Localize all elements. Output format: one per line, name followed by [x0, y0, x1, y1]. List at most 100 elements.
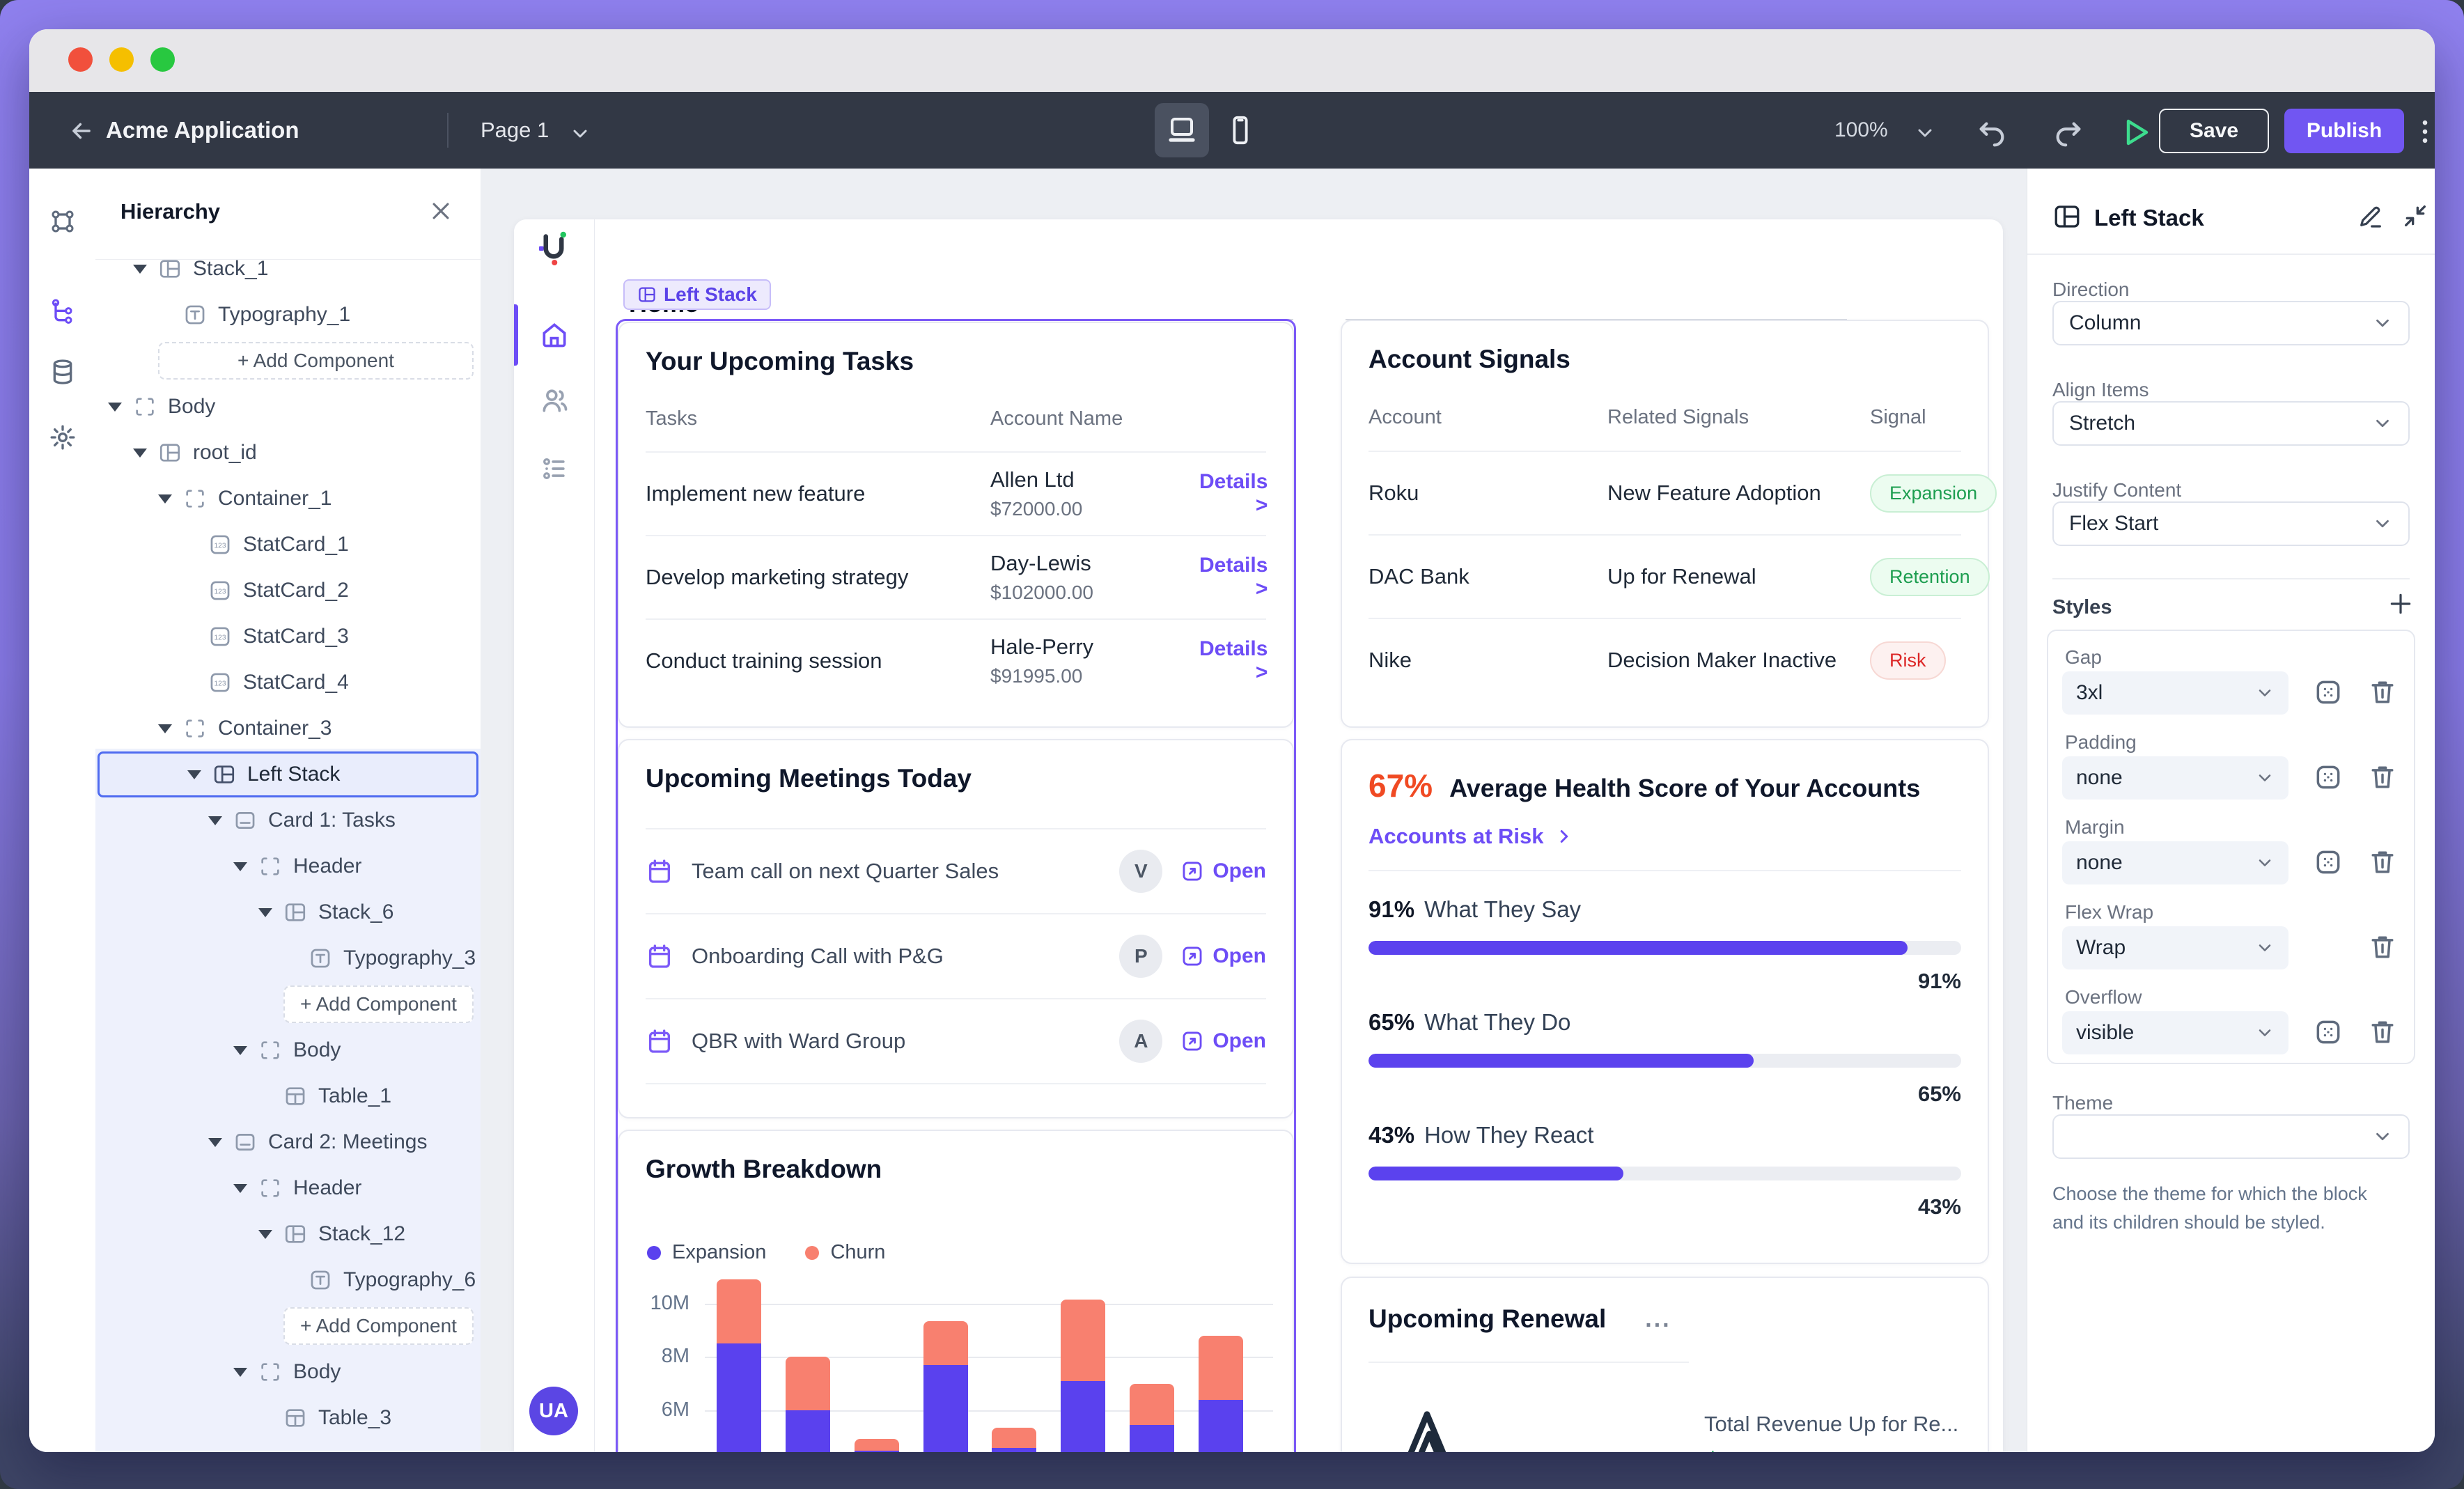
collapse-panel-icon[interactable]	[2401, 202, 2429, 230]
preview-play-icon[interactable]	[2119, 116, 2152, 149]
tree-item-body-card2[interactable]: Body	[95, 1349, 481, 1395]
trash-icon[interactable]	[2367, 847, 2398, 878]
checklist-nav-icon[interactable]	[539, 453, 570, 484]
per-side-icon[interactable]	[2313, 1017, 2344, 1047]
caret-down-icon[interactable]	[233, 1368, 247, 1377]
back-icon[interactable]	[68, 118, 95, 144]
page-selector[interactable]: Page 1	[481, 118, 549, 143]
tree-item-table-3[interactable]: Table_3	[95, 1395, 481, 1441]
caret-down-icon[interactable]	[208, 816, 222, 825]
tree-item-statcard-4[interactable]: StatCard_4	[95, 660, 481, 705]
kebab-menu-icon[interactable]	[2410, 116, 2435, 147]
open-meeting-link[interactable]: Open	[1180, 859, 1266, 883]
per-side-icon[interactable]	[2313, 677, 2344, 708]
save-button[interactable]: Save	[2159, 109, 2269, 153]
hierarchy-tool-icon[interactable]	[49, 298, 77, 326]
caret-down-icon[interactable]	[258, 908, 272, 917]
justify-content-select[interactable]: Flex Start	[2052, 501, 2410, 546]
trash-icon[interactable]	[2367, 762, 2398, 793]
meeting-row[interactable]: Team call on next Quarter Sales V Open	[646, 829, 1266, 913]
caret-down-icon[interactable]	[158, 494, 172, 504]
zoom-window-button[interactable]	[150, 47, 175, 72]
mobile-view-button[interactable]	[1224, 114, 1256, 146]
caret-down-icon[interactable]	[233, 1184, 247, 1193]
details-link[interactable]: Details >	[1199, 637, 1268, 685]
caret-down-icon[interactable]	[108, 403, 122, 412]
tree-item-header[interactable]: Header	[95, 843, 481, 889]
flex-wrap-select[interactable]: Wrap	[2062, 926, 2288, 969]
task-row[interactable]: Conduct training session Hale-Perry$9199…	[646, 620, 1266, 702]
tree-item-stack-12[interactable]: Stack_12	[95, 1211, 481, 1257]
tree-item-body[interactable]: Body	[95, 384, 481, 430]
tree-item-table-1[interactable]: Table_1	[95, 1073, 481, 1119]
publish-button[interactable]: Publish	[2284, 109, 2404, 153]
tree-item-statcard-1[interactable]: StatCard_1	[95, 522, 481, 568]
edit-pencil-icon[interactable]	[2357, 202, 2385, 230]
meeting-row[interactable]: Onboarding Call with P&G P Open	[646, 914, 1266, 998]
add-component-button[interactable]: + Add Component	[158, 342, 474, 380]
trash-icon[interactable]	[2367, 932, 2398, 962]
task-row[interactable]: Implement new feature Allen Ltd$72000.00…	[646, 453, 1266, 535]
caret-down-icon[interactable]	[258, 1230, 272, 1239]
details-link[interactable]: Details >	[1199, 470, 1268, 517]
signal-row[interactable]: Roku New Feature Adoption Expansion	[1369, 452, 1961, 534]
tree-item-card-3[interactable]: Card 3:	[95, 1441, 481, 1452]
signal-row[interactable]: Nike Decision Maker Inactive Risk	[1369, 619, 1961, 701]
undo-icon[interactable]	[1976, 117, 2008, 149]
redo-icon[interactable]	[2052, 117, 2084, 149]
meeting-row[interactable]: QBR with Ward Group A Open	[646, 999, 1266, 1083]
caret-down-icon[interactable]	[158, 724, 172, 733]
per-side-icon[interactable]	[2313, 762, 2344, 793]
caret-down-icon[interactable]	[133, 449, 147, 458]
margin-select[interactable]: none	[2062, 841, 2288, 884]
accounts-at-risk-link[interactable]: Accounts at Risk	[1369, 824, 1961, 849]
chevron-down-icon[interactable]	[569, 123, 591, 145]
overflow-select[interactable]: visible	[2062, 1011, 2288, 1054]
align-items-select[interactable]: Stretch	[2052, 401, 2410, 446]
tree-item-typography-1[interactable]: Typography_1	[95, 292, 481, 338]
add-component-button[interactable]: + Add Component	[283, 1307, 474, 1345]
tree-item-root-id[interactable]: root_id	[95, 430, 481, 476]
data-tool-icon[interactable]	[49, 358, 77, 386]
tree-item-header2[interactable]: Header	[95, 1165, 481, 1211]
task-row[interactable]: Develop marketing strategy Day-Lewis$102…	[646, 536, 1266, 618]
caret-down-icon[interactable]	[133, 265, 147, 274]
tree-item-card-1-tasks[interactable]: Card 1: Tasks	[95, 797, 481, 843]
tree-item-body-card1[interactable]: Body	[95, 1027, 481, 1073]
tree-item-card-2-meetings[interactable]: Card 2: Meetings	[95, 1119, 481, 1165]
trash-icon[interactable]	[2367, 1017, 2398, 1047]
open-meeting-link[interactable]: Open	[1180, 944, 1266, 968]
tree-item-typography-3[interactable]: Typography_3	[95, 935, 481, 981]
tree-item-container-3[interactable]: Container_3	[95, 705, 481, 751]
components-tool-icon[interactable]	[49, 208, 77, 235]
details-link[interactable]: Details >	[1199, 554, 1268, 601]
user-avatar[interactable]: UA	[529, 1387, 578, 1435]
close-icon[interactable]	[429, 199, 453, 223]
add-style-plus-icon[interactable]	[2387, 591, 2414, 617]
close-window-button[interactable]	[68, 47, 93, 72]
signal-row[interactable]: DAC Bank Up for Renewal Retention	[1369, 536, 1961, 618]
add-component-button[interactable]: + Add Component	[283, 985, 474, 1023]
caret-down-icon[interactable]	[187, 770, 201, 779]
caret-down-icon[interactable]	[233, 1046, 247, 1055]
zoom-level[interactable]: 100%	[1834, 118, 1888, 142]
caret-down-icon[interactable]	[208, 1138, 222, 1147]
tree-item-statcard-3[interactable]: StatCard_3	[95, 614, 481, 660]
tree-item-statcard-2[interactable]: StatCard_2	[95, 568, 481, 614]
trash-icon[interactable]	[2367, 677, 2398, 708]
selection-chip[interactable]: Left Stack	[623, 279, 771, 310]
open-meeting-link[interactable]: Open	[1180, 1029, 1266, 1053]
tree-item-container-1[interactable]: Container_1	[95, 476, 481, 522]
settings-gear-icon[interactable]	[49, 423, 77, 451]
direction-select[interactable]: Column	[2052, 301, 2410, 345]
caret-down-icon[interactable]	[233, 862, 247, 871]
per-side-icon[interactable]	[2313, 847, 2344, 878]
tree-item-stack-6[interactable]: Stack_6	[95, 889, 481, 935]
desktop-view-button[interactable]	[1155, 103, 1209, 157]
home-nav-icon[interactable]	[539, 320, 570, 350]
tree-item-stack-1[interactable]: Stack_1	[95, 246, 481, 292]
tree-item-left-stack-selected[interactable]: Left Stack	[98, 751, 478, 797]
gap-select[interactable]: 3xl	[2062, 671, 2288, 715]
minimize-window-button[interactable]	[109, 47, 134, 72]
padding-select[interactable]: none	[2062, 756, 2288, 800]
